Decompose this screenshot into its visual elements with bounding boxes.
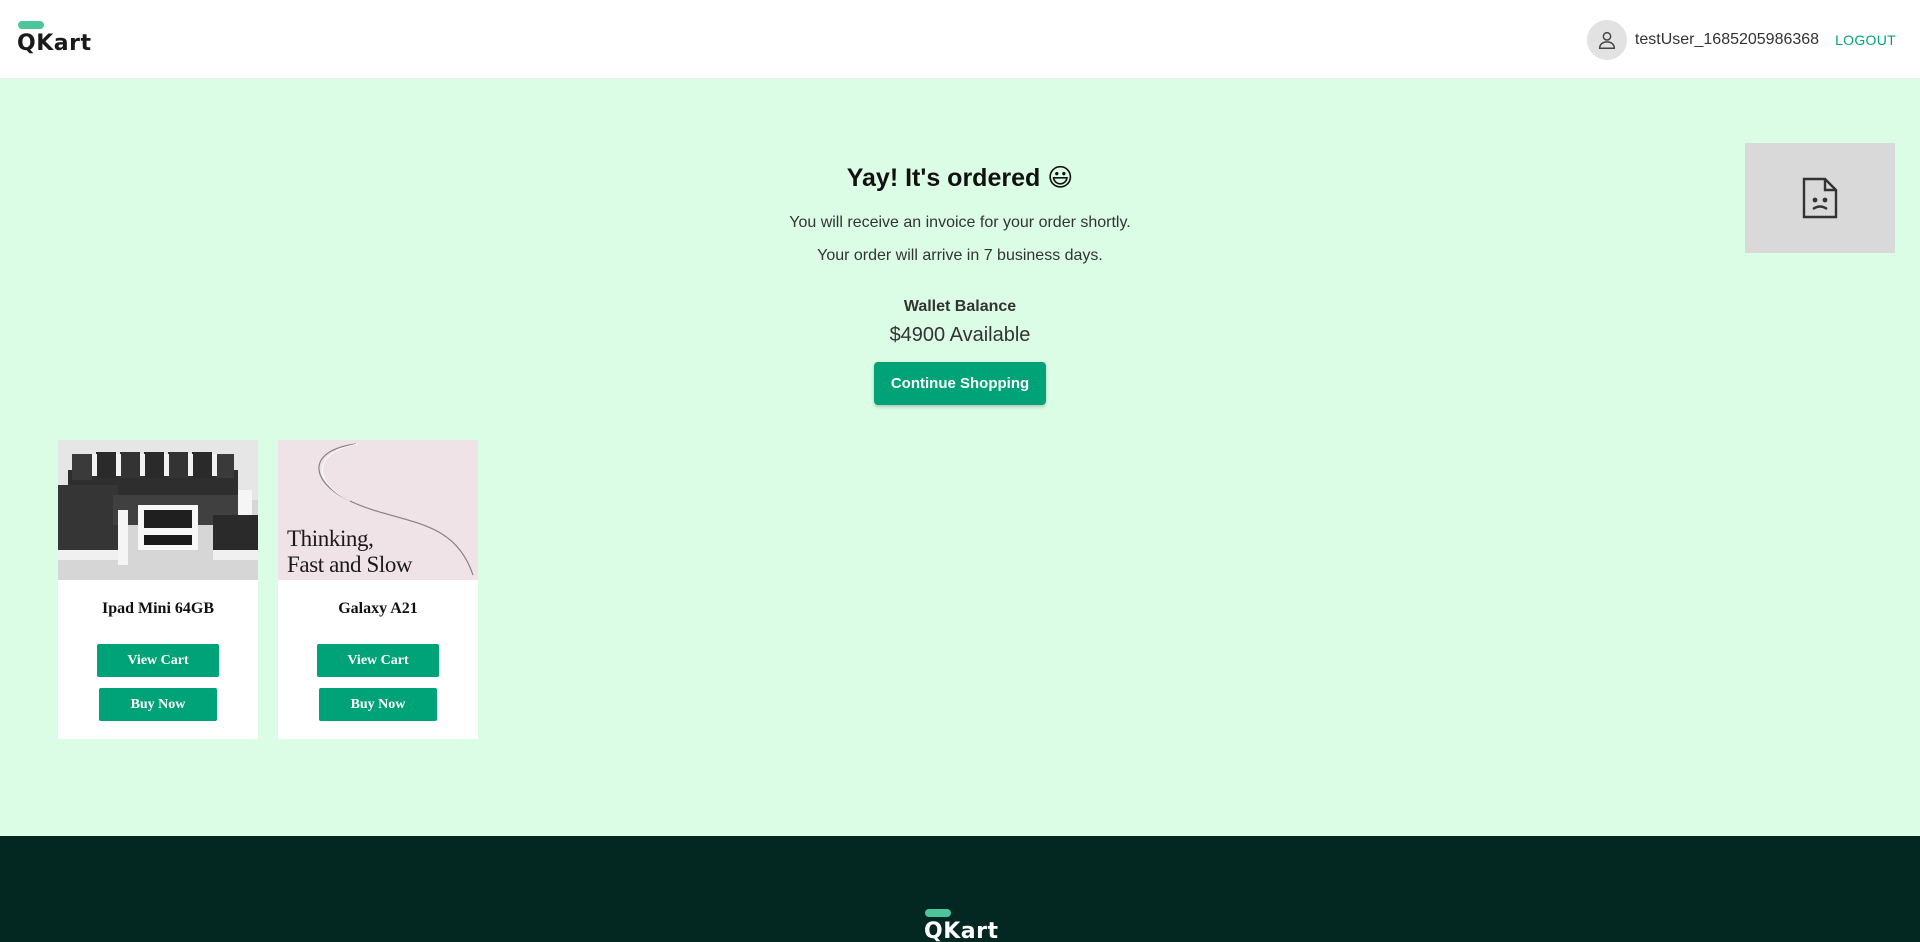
order-success: Yay! It's ordered 😃 You will receive an … [0, 158, 1920, 405]
buy-now-button[interactable]: Buy Now [319, 688, 437, 721]
continue-shopping-button[interactable]: Continue Shopping [874, 362, 1046, 405]
footer-logo[interactable]: QKart [924, 908, 1004, 942]
product-list: Ipad Mini 64GB View Cart Buy Now Thinkin… [58, 440, 478, 739]
product-image-sofa [58, 440, 258, 580]
footer: QKart [0, 836, 1920, 942]
product-name: Galaxy A21 [338, 600, 418, 617]
wallet-amount: $4900 Available [889, 324, 1031, 346]
book-title-line-2: Fast and Slow [287, 552, 413, 577]
logo-text: QKart [17, 31, 92, 56]
product-card: Ipad Mini 64GB View Cart Buy Now [58, 440, 258, 739]
order-title: Yay! It's ordered 😃 [846, 164, 1074, 192]
qkart-logo[interactable]: QKart [17, 20, 97, 60]
product-card: Thinking, Fast and Slow Galaxy A21 View … [278, 440, 478, 739]
arrival-note: Your order will arrive in 7 business day… [817, 247, 1103, 264]
product-name: Ipad Mini 64GB [101, 600, 215, 617]
wallet-label: Wallet Balance [903, 298, 1017, 315]
view-cart-button[interactable]: View Cart [317, 644, 439, 677]
logo-text: QKart [924, 919, 999, 942]
logo-pill [925, 909, 951, 917]
book-title-line-1: Thinking, [287, 526, 374, 551]
username: testUser_1685205986368 [1634, 31, 1820, 48]
user-icon [1598, 31, 1615, 49]
product-image-book: Thinking, Fast and Slow [278, 440, 478, 580]
user-area: testUser_1685205986368 LOGOUT [1586, 20, 1896, 60]
buy-now-button[interactable]: Buy Now [99, 688, 217, 721]
logo-pill [18, 21, 44, 29]
avatar [1586, 20, 1627, 60]
header: QKart testUser_1685205986368 LOGOUT [0, 0, 1920, 79]
logout-button[interactable]: LOGOUT [1835, 32, 1896, 48]
view-cart-button[interactable]: View Cart [97, 644, 219, 677]
invoice-note: You will receive an invoice for your ord… [789, 214, 1131, 231]
